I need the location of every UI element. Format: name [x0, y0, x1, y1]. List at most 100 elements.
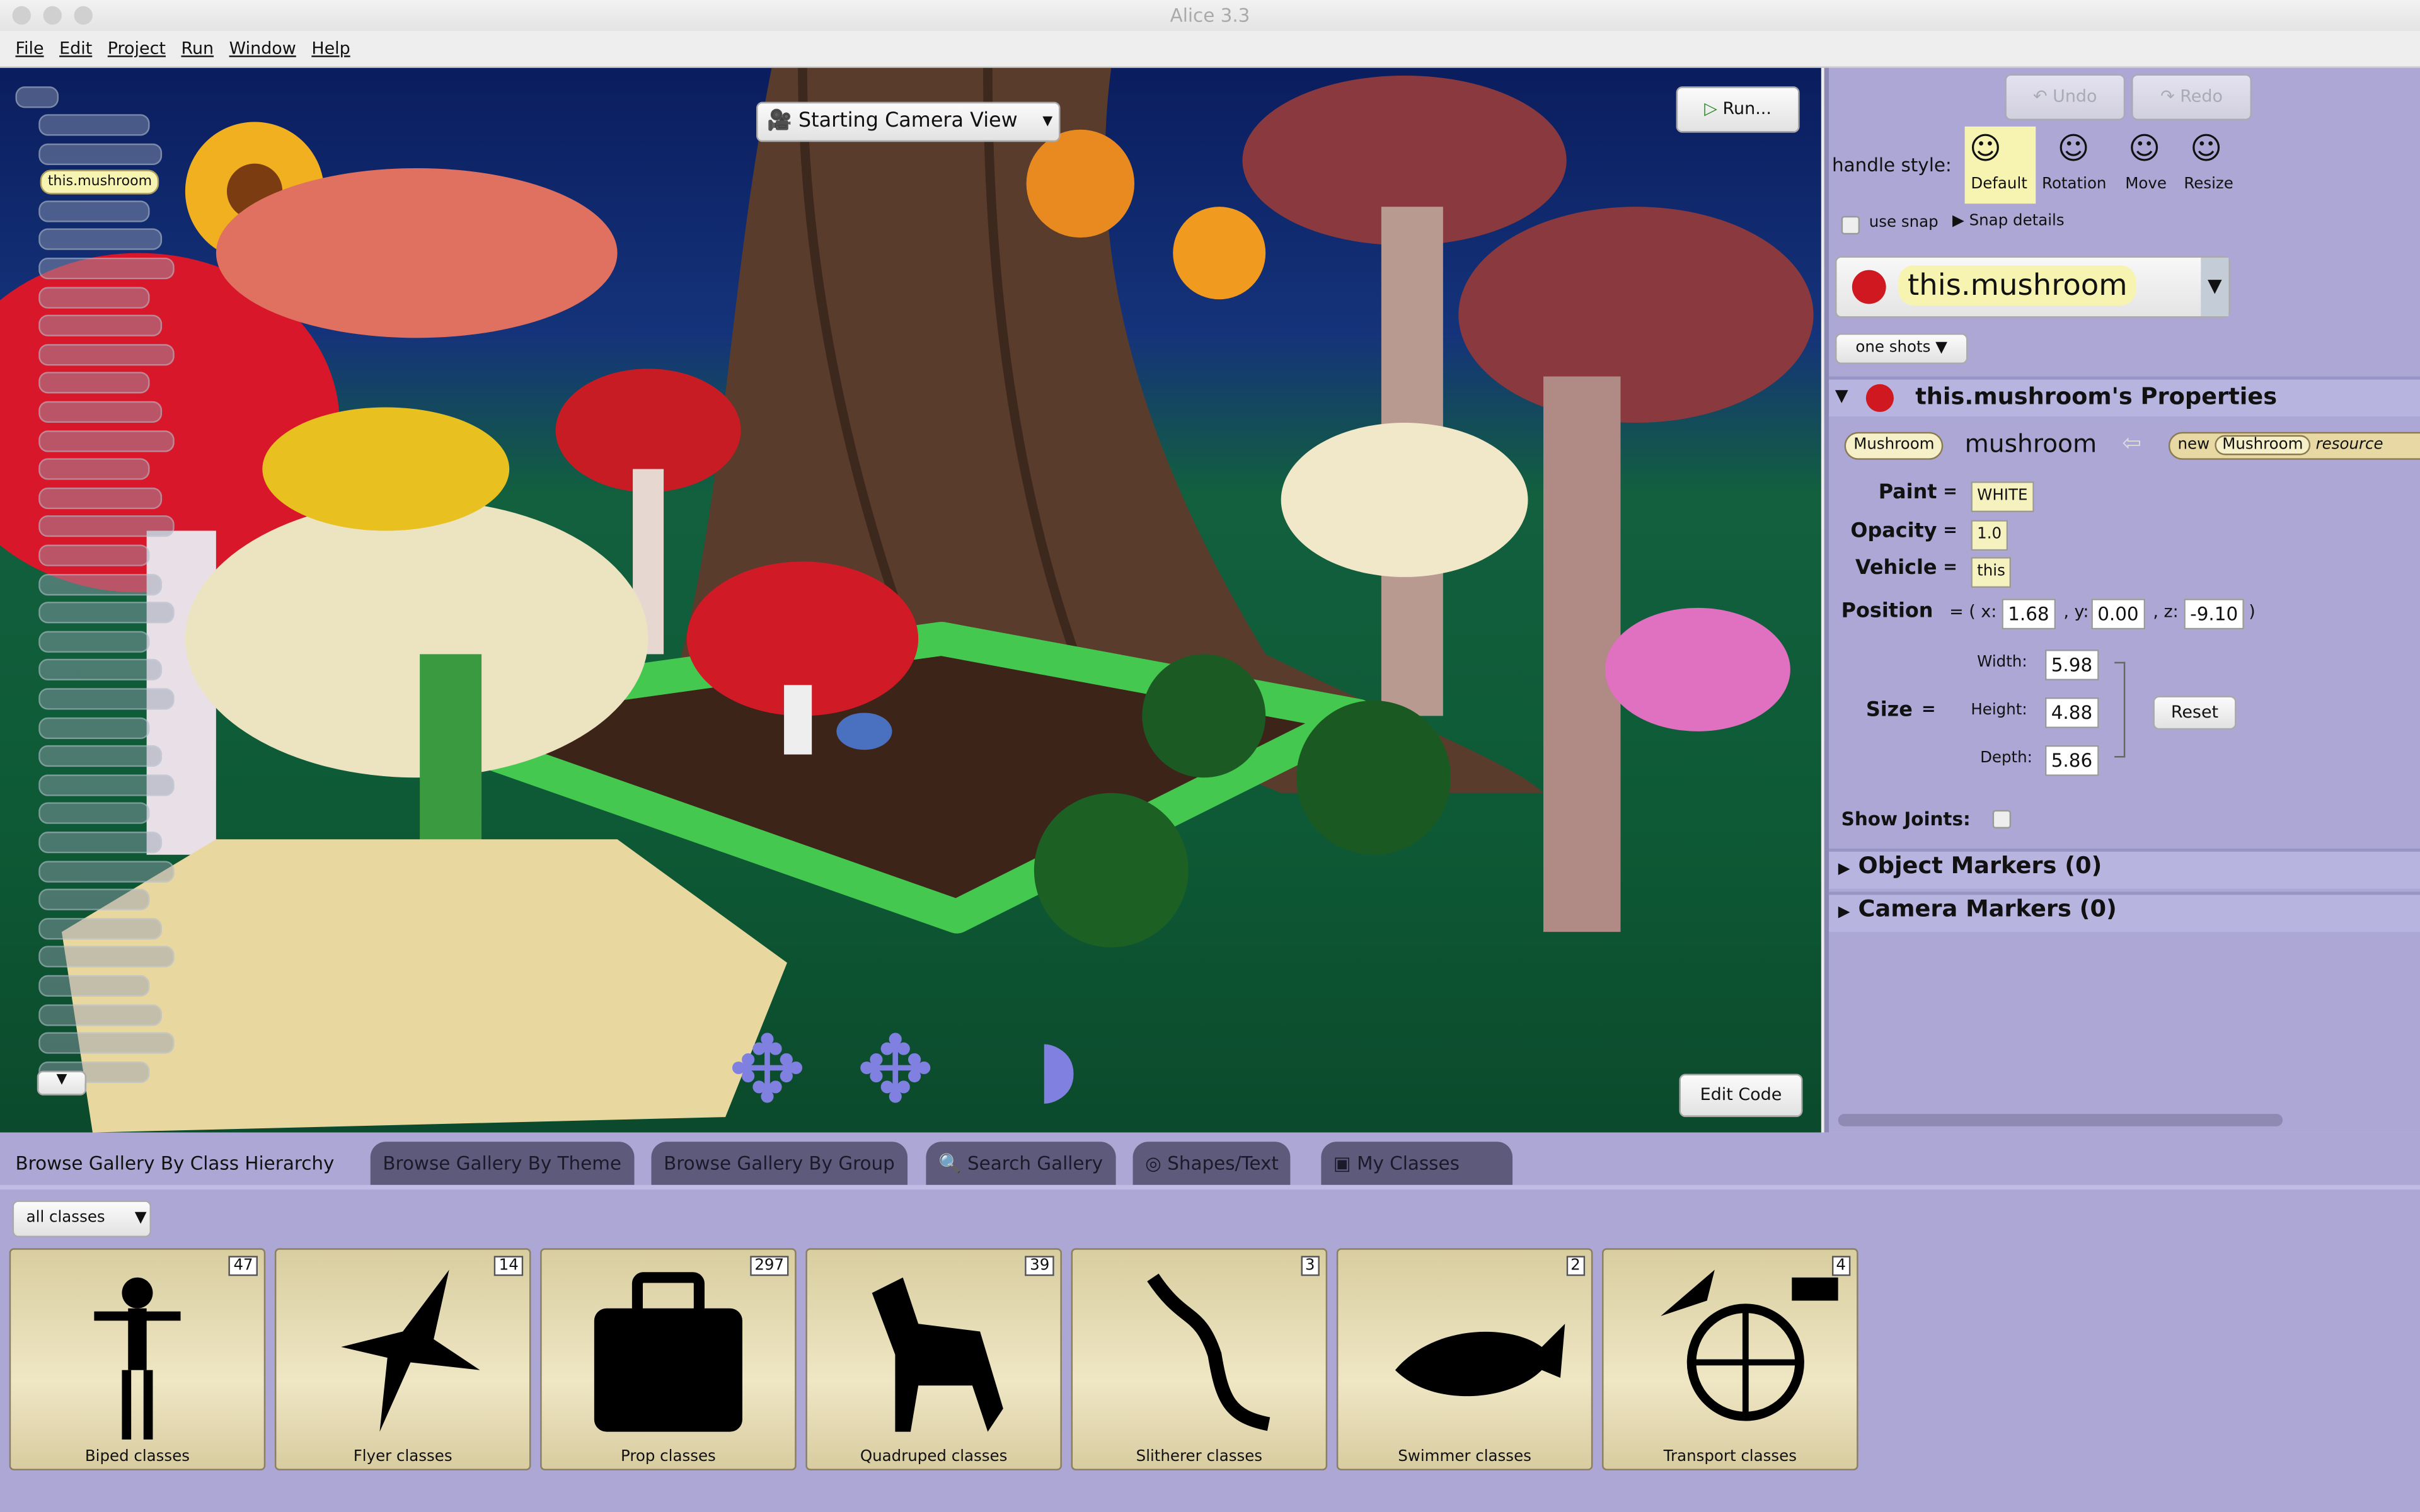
tree-item[interactable]: [38, 631, 150, 653]
paint-value[interactable]: WHITE: [1971, 481, 2034, 513]
tree-item[interactable]: [38, 774, 175, 796]
tree-item[interactable]: [38, 716, 150, 739]
tab-group[interactable]: Browse Gallery By Group: [651, 1142, 908, 1185]
tree-item[interactable]: [38, 1004, 163, 1026]
mushroom-icon: [1865, 384, 1894, 412]
handle-rotation-icon[interactable]: ☺: [2058, 130, 2090, 167]
slitherer-icon: [1147, 1273, 1270, 1431]
class-count: 2: [1565, 1256, 1586, 1276]
opacity-value[interactable]: 1.0: [1971, 520, 2008, 551]
tree-item[interactable]: [38, 889, 150, 911]
tree-item[interactable]: [38, 946, 175, 968]
menu-run[interactable]: Run: [181, 38, 214, 59]
snap-details-toggle[interactable]: ▶ Snap details: [1952, 213, 2065, 230]
tree-item[interactable]: [38, 1032, 175, 1055]
play-icon: ▷: [1704, 98, 1717, 119]
depth-input[interactable]: 5.86: [2044, 745, 2099, 776]
menu-file[interactable]: File: [15, 38, 43, 59]
menu-window[interactable]: Window: [229, 38, 296, 59]
menu-project[interactable]: Project: [108, 38, 166, 59]
tree-item[interactable]: [38, 315, 163, 337]
tab-class-hierarchy[interactable]: Browse Gallery By Class Hierarchy: [3, 1142, 347, 1185]
tab-my-classes[interactable]: ▣ My Classes: [1321, 1142, 1513, 1185]
tree-item[interactable]: [38, 659, 163, 681]
tree-item[interactable]: [38, 142, 163, 165]
tree-item[interactable]: [38, 975, 150, 997]
handle-resize-icon[interactable]: ☺: [2190, 130, 2222, 167]
tree-item[interactable]: [38, 229, 163, 251]
tree-item[interactable]: [38, 917, 163, 939]
handle-move-button[interactable]: Move: [2125, 176, 2167, 193]
tree-item[interactable]: [38, 544, 150, 566]
use-snap-checkbox[interactable]: [1841, 215, 1860, 235]
tree-item[interactable]: [38, 573, 163, 595]
gallery-tile-prop[interactable]: 297 Prop classes: [540, 1248, 797, 1470]
handle-resize-button[interactable]: Resize: [2184, 176, 2233, 193]
tree-item[interactable]: [38, 430, 175, 452]
camera-markers-section[interactable]: ▶ Camera Markers (0): [1829, 891, 2420, 932]
tree-item[interactable]: [38, 372, 150, 394]
gallery-tile-slitherer[interactable]: 3 Slitherer classes: [1071, 1248, 1328, 1470]
tree-item[interactable]: [38, 860, 175, 882]
move-arrows-handle[interactable]: ✥: [729, 1024, 806, 1117]
rotate-handle[interactable]: ◗: [1037, 1021, 1078, 1114]
tree-item[interactable]: [38, 114, 150, 136]
class-filter-dropdown[interactable]: all classes ▼: [12, 1200, 152, 1238]
tree-scroll-down-button[interactable]: ▼: [37, 1070, 87, 1096]
tree-item[interactable]: [38, 286, 150, 308]
height-input[interactable]: 4.88: [2044, 697, 2099, 728]
tree-item[interactable]: [38, 458, 150, 481]
tile-label: Transport classes: [1663, 1448, 1797, 1466]
menu-edit[interactable]: Edit: [59, 38, 92, 59]
gallery-tile-flyer[interactable]: 14 Flyer classes: [274, 1248, 531, 1470]
menu-help[interactable]: Help: [311, 38, 350, 59]
width-input[interactable]: 5.98: [2044, 650, 2099, 681]
run-button[interactable]: ▷ Run...: [1676, 86, 1800, 133]
reset-size-button[interactable]: Reset: [2153, 696, 2237, 730]
tree-item[interactable]: [38, 688, 175, 710]
undo-button[interactable]: ↶ Undo: [2005, 74, 2126, 121]
tree-item[interactable]: [38, 257, 175, 280]
gallery-panel: Browse Gallery By Class Hierarchy Browse…: [0, 1132, 2420, 1512]
handle-move-icon[interactable]: ☺: [2128, 130, 2160, 167]
position-z-input[interactable]: -9.10: [2184, 598, 2244, 630]
position-x-input[interactable]: 1.68: [2002, 598, 2056, 630]
tab-search-gallery[interactable]: 🔍 Search Gallery: [926, 1142, 1115, 1185]
link-proportions-icon[interactable]: [2114, 662, 2126, 758]
one-shots-dropdown[interactable]: one shots ▼: [1835, 333, 1968, 364]
scene-view[interactable]: this.mushroom ▼ 🎥 Starting Camera View ▾…: [0, 67, 1821, 1133]
move-up-down-handle[interactable]: ✥: [856, 1024, 934, 1117]
tree-item[interactable]: [38, 200, 150, 222]
tree-item[interactable]: [38, 745, 163, 767]
vehicle-value[interactable]: this: [1971, 557, 2012, 588]
tab-shapes-text[interactable]: ◎ Shapes/Text: [1132, 1142, 1291, 1185]
position-y-input[interactable]: 0.00: [2091, 598, 2145, 630]
redo-button[interactable]: ↷ Redo: [2131, 74, 2252, 121]
edit-code-button[interactable]: Edit Code: [1679, 1074, 1803, 1118]
tree-item[interactable]: [38, 401, 163, 423]
tree-item[interactable]: [38, 832, 163, 854]
tree-item[interactable]: [38, 487, 163, 509]
class-count: 39: [1025, 1256, 1054, 1276]
tree-item[interactable]: [38, 343, 175, 365]
tree-item[interactable]: [38, 515, 175, 538]
gallery-tile-swimmer[interactable]: 2 Swimmer classes: [1336, 1248, 1593, 1470]
gallery-tile-quadruped[interactable]: 39 Quadruped classes: [805, 1248, 1062, 1470]
tree-collapse-handle[interactable]: [15, 86, 59, 108]
object-markers-section[interactable]: ▶ Object Markers (0): [1829, 848, 2420, 889]
tile-label: Swimmer classes: [1398, 1448, 1531, 1466]
object-selector-dropdown[interactable]: this.mushroom ▼: [1835, 256, 2230, 318]
gallery-tile-transport[interactable]: 4 Transport classes: [1602, 1248, 1858, 1470]
tree-item[interactable]: [38, 803, 150, 825]
gallery-tile-biped[interactable]: 47 Biped classes: [9, 1248, 266, 1470]
tree-item-this-mushroom[interactable]: this.mushroom: [40, 169, 160, 195]
transport-icon: [1661, 1269, 1838, 1421]
tab-theme[interactable]: Browse Gallery By Theme: [370, 1142, 634, 1185]
handle-rotation-button[interactable]: Rotation: [2042, 176, 2106, 193]
horizontal-scrollbar[interactable]: [1838, 1114, 2283, 1126]
show-joints-checkbox[interactable]: [1992, 810, 2012, 829]
tree-item[interactable]: [38, 602, 175, 624]
assign-arrow-icon: ⇦: [2122, 428, 2142, 457]
properties-section-header[interactable]: ▼ this.mushroom's Properties: [1829, 376, 2420, 417]
camera-view-dropdown[interactable]: 🎥 Starting Camera View ▾: [756, 101, 1061, 142]
